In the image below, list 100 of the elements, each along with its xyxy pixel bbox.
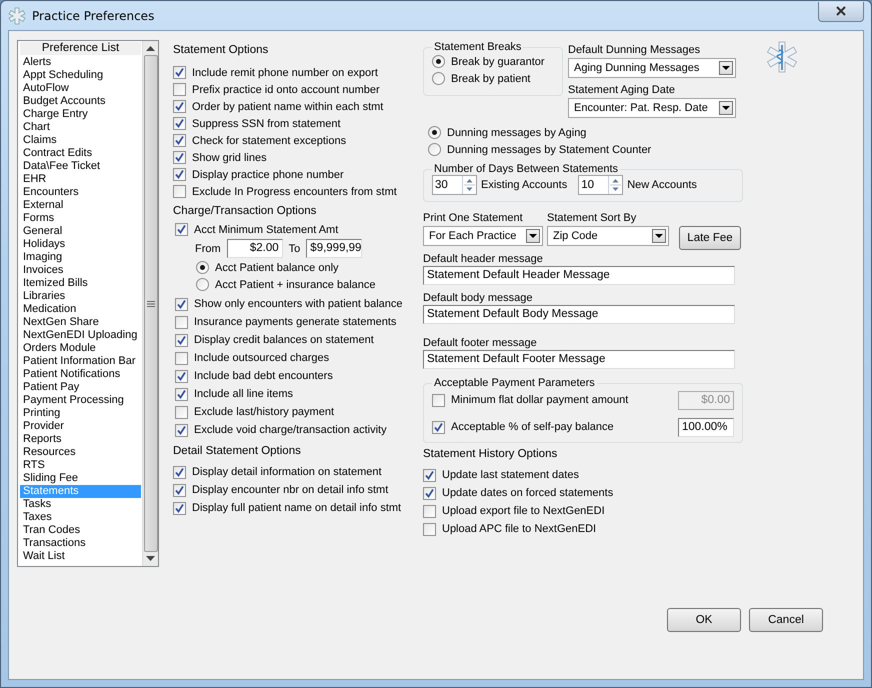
list-item[interactable]: NextGen Share <box>20 316 141 329</box>
section-heading: Detail Statement Options <box>173 444 302 459</box>
dropdown[interactable]: Encounter: Pat. Resp. Date <box>568 98 736 118</box>
radio-button[interactable] <box>432 55 445 68</box>
list-item[interactable]: AutoFlow <box>20 82 141 95</box>
list-item[interactable]: Wait List <box>20 550 141 563</box>
list-item[interactable]: Orders Module <box>20 342 141 355</box>
checkbox[interactable] <box>423 522 436 536</box>
list-item[interactable]: Printing <box>20 407 141 420</box>
checkbox[interactable] <box>175 316 188 328</box>
list-item[interactable]: Resources <box>20 446 141 459</box>
checkbox[interactable] <box>175 406 188 418</box>
radio-label: Acct Patient balance only <box>215 262 339 274</box>
list-item[interactable]: Forms <box>20 212 141 225</box>
checkbox[interactable] <box>173 466 186 478</box>
input-field[interactable]: $9,999,99 <box>306 239 362 258</box>
list-item[interactable]: EHR <box>20 173 141 186</box>
list-item[interactable]: Medication <box>20 303 141 316</box>
list-item[interactable]: Payment Processing <box>20 394 141 407</box>
checkbox[interactable] <box>423 504 436 518</box>
input-field[interactable]: Statement Default Footer Message <box>423 350 735 369</box>
close-button[interactable] <box>818 2 864 22</box>
list-item[interactable]: Transactions <box>20 537 141 550</box>
checkbox[interactable] <box>173 117 186 130</box>
list-item[interactable]: Patient Pay <box>20 381 141 394</box>
list-item[interactable]: Patient Notifications <box>20 368 141 381</box>
dropdown[interactable]: Zip Code <box>547 226 669 246</box>
field-label: Default header message <box>423 252 544 266</box>
scroll-down-icon[interactable] <box>146 556 155 561</box>
spinner-arrows-icon[interactable] <box>608 176 622 194</box>
close-icon <box>835 6 847 16</box>
list-item[interactable]: Libraries <box>20 290 141 303</box>
list-item[interactable]: Sliding Fee <box>20 472 141 485</box>
radio-button[interactable] <box>428 126 441 139</box>
checkbox[interactable] <box>175 352 188 364</box>
checkbox[interactable] <box>173 168 186 181</box>
checkbox[interactable] <box>175 388 188 400</box>
list-item[interactable]: Data\Fee Ticket <box>20 160 141 173</box>
list-item[interactable]: NextGenEDI Uploading <box>20 329 141 342</box>
checkbox[interactable] <box>173 484 186 496</box>
checkbox[interactable] <box>175 334 188 346</box>
checkbox[interactable] <box>173 185 186 198</box>
list-item[interactable]: RTS <box>20 459 141 472</box>
medical-star-icon <box>766 41 798 73</box>
list-item[interactable]: Alerts <box>20 56 141 69</box>
group-title: Statement Breaks <box>433 41 522 53</box>
cancel-button[interactable]: Cancel <box>749 608 823 632</box>
checkbox[interactable] <box>173 134 186 147</box>
list-item[interactable]: Holidays <box>20 238 141 251</box>
group-title: Number of Days Between Statements <box>433 163 620 175</box>
list-item[interactable]: General <box>20 225 141 238</box>
spinner-arrows-icon[interactable] <box>462 176 476 194</box>
checkbox[interactable] <box>432 420 445 434</box>
ok-button[interactable]: OK <box>667 608 741 632</box>
checkbox[interactable] <box>173 502 186 514</box>
input-field[interactable]: $2.00 <box>226 239 283 258</box>
radio-button[interactable] <box>196 261 209 274</box>
scroll-up-icon[interactable] <box>146 46 155 51</box>
checkbox-label: Display credit balances on statement <box>194 334 374 346</box>
late-fee-button[interactable]: Late Fee <box>679 226 741 250</box>
checkbox[interactable] <box>173 83 186 96</box>
list-item[interactable]: Appt Scheduling <box>20 69 141 82</box>
list-item[interactable]: Charge Entry <box>20 108 141 121</box>
checkbox[interactable] <box>175 424 188 436</box>
input-field[interactable]: Statement Default Header Message <box>423 266 735 285</box>
list-item[interactable]: Budget Accounts <box>20 95 141 108</box>
list-item[interactable]: Itemized Bills <box>20 277 141 290</box>
checkbox[interactable] <box>173 100 186 113</box>
list-item[interactable]: External <box>20 199 141 212</box>
list-item[interactable]: Provider <box>20 420 141 433</box>
checkbox-label: Upload APC file to NextGenEDI <box>442 523 596 535</box>
list-item[interactable]: Taxes <box>20 511 141 524</box>
checkbox[interactable] <box>173 151 186 164</box>
scrollbar[interactable] <box>142 41 158 566</box>
dropdown[interactable]: For Each Practice <box>423 226 543 246</box>
radio-button[interactable] <box>432 72 445 85</box>
number-spinner[interactable]: 10 <box>578 175 624 195</box>
list-item[interactable]: Invoices <box>20 264 141 277</box>
list-item[interactable]: Reports <box>20 433 141 446</box>
list-item[interactable]: Contract Edits <box>20 147 141 160</box>
checkbox[interactable] <box>173 66 186 79</box>
list-item[interactable]: Patient Information Bar <box>20 355 141 368</box>
list-item[interactable]: Tasks <box>20 498 141 511</box>
list-item[interactable]: Chart <box>20 121 141 134</box>
input-field[interactable]: Statement Default Body Message <box>423 305 735 324</box>
checkbox[interactable] <box>423 486 436 500</box>
checkbox[interactable] <box>175 370 188 382</box>
list-item[interactable]: Tran Codes <box>20 524 141 537</box>
dropdown[interactable]: Aging Dunning Messages <box>568 58 736 78</box>
input-field[interactable]: 100.00% <box>678 418 734 436</box>
checkbox[interactable] <box>175 223 188 236</box>
list-item[interactable]: Claims <box>20 134 141 147</box>
checkbox[interactable] <box>423 468 436 482</box>
list-item[interactable]: Encounters <box>20 186 141 199</box>
checkbox[interactable] <box>175 298 188 310</box>
list-item[interactable]: Imaging <box>20 251 141 264</box>
number-spinner[interactable]: 30 <box>432 175 477 195</box>
radio-button[interactable] <box>196 278 209 291</box>
checkbox-label: Acceptable % of self-pay balance <box>451 421 614 433</box>
radio-button[interactable] <box>428 143 441 156</box>
